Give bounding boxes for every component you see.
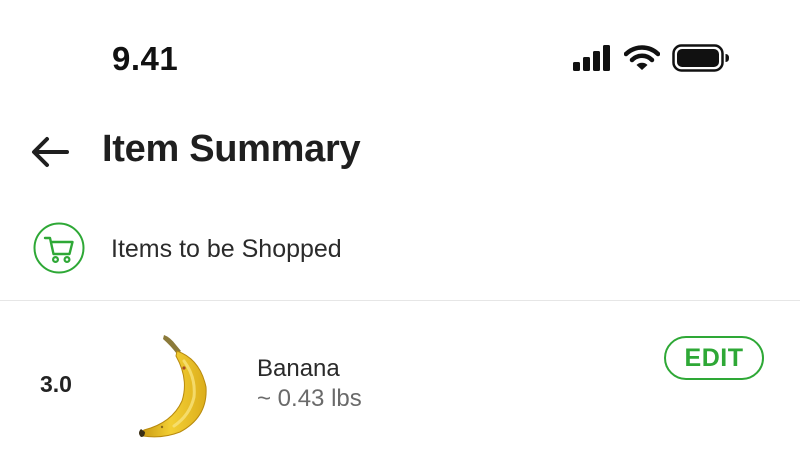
edit-button[interactable]: EDIT [664, 336, 764, 380]
shopping-cart-icon [33, 222, 85, 274]
section-label: Items to be Shopped [111, 235, 342, 263]
list-item: 3.0 Banana ~ 0.43 lbs EDIT [0, 301, 800, 450]
banana-image [132, 331, 217, 439]
back-arrow-icon[interactable] [30, 134, 70, 170]
page-title: Item Summary [102, 128, 361, 170]
status-time: 9.41 [112, 40, 179, 77]
cellular-signal-icon [572, 45, 612, 71]
item-weight: ~ 0.43 lbs [257, 385, 362, 412]
item-summary-screen: 9.41 Item Summary Items to be Shopped 3.… [0, 0, 800, 450]
battery-icon [672, 44, 730, 72]
status-icons [572, 44, 730, 72]
wifi-icon [624, 44, 660, 72]
item-name: Banana [257, 355, 340, 382]
item-quantity: 3.0 [40, 371, 72, 397]
